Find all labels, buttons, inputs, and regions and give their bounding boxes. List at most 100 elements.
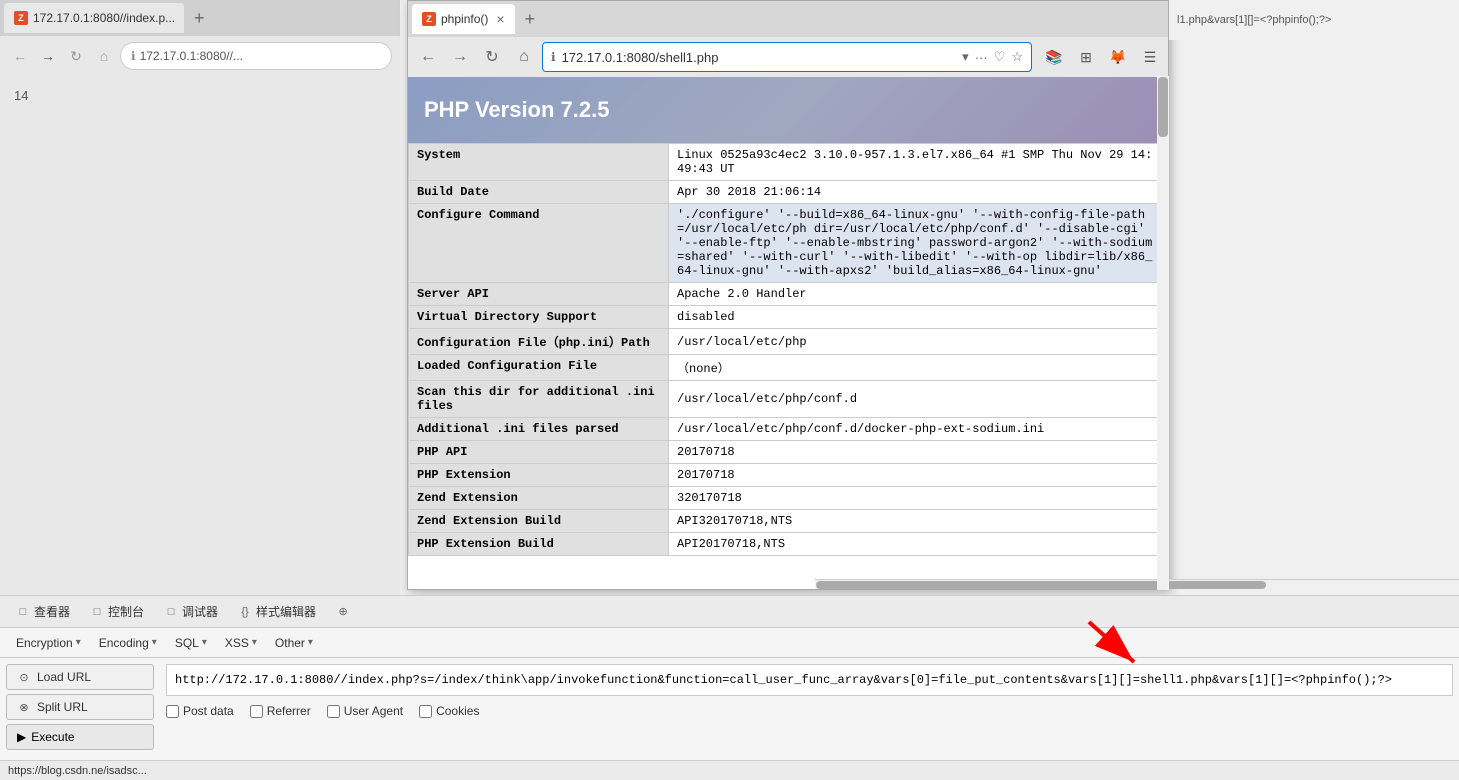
table-cell-value: Linux 0525a93c4ec2 3.10.0-957.1.3.el7.x8… <box>669 144 1168 181</box>
h-scrollbar-thumb[interactable] <box>816 581 1168 589</box>
status-bar-text: https://blog.csdn.ne/isadsc... <box>8 765 147 777</box>
main-tab-close[interactable]: × <box>496 11 504 27</box>
menu-item-more[interactable]: ⊕ <box>328 601 358 623</box>
h-scrollbar[interactable] <box>815 579 1168 589</box>
table-row: Loaded Configuration File （none） <box>409 355 1168 381</box>
table-row: System Linux 0525a93c4ec2 3.10.0-957.1.3… <box>409 144 1168 181</box>
ff-url-bar[interactable]: ℹ 172.17.0.1:8080/shell1.php ▾ ··· ♡ ☆ <box>542 42 1032 72</box>
left-action-buttons: ⊙ Load URL ⊗ Split URL ▶ Execute <box>0 658 160 748</box>
checkbox-post-data[interactable]: Post data <box>166 704 234 718</box>
checkbox-referrer[interactable]: Referrer <box>250 704 311 718</box>
encryption-dropdown-arrow: ▾ <box>76 637 81 648</box>
execute-icon: ▶ <box>17 730 26 744</box>
cookies-checkbox[interactable] <box>419 705 432 718</box>
table-row: Zend Extension 320170718 <box>409 487 1168 510</box>
ff-menu-icon[interactable]: ☰ <box>1138 45 1162 69</box>
ff-sidebar-icon[interactable]: ⊞ <box>1074 45 1098 69</box>
ff-url-star[interactable]: ☆ <box>1011 49 1023 65</box>
bg-url-bar[interactable]: ℹ 172.17.0.1:8080//... <box>120 42 392 70</box>
main-tab-new[interactable]: + <box>521 9 540 30</box>
table-row: PHP Extension Build API20170718,NTS <box>409 533 1168 556</box>
bg-tab-close[interactable]: × <box>183 10 184 26</box>
ff-url-text: 172.17.0.1:8080/shell1.php <box>562 50 963 65</box>
menu-item-debugger[interactable]: □ 调试器 <box>156 599 226 624</box>
table-cell-value: API20170718,NTS <box>669 533 1168 556</box>
table-cell-value: 20170718 <box>669 441 1168 464</box>
phpinfo-title: PHP Version 7.2.5 <box>424 97 609 122</box>
table-cell-key: Build Date <box>409 181 669 204</box>
main-tab-active[interactable]: Z phpinfo() × <box>412 4 515 34</box>
cat-xss-label: XSS <box>225 636 249 650</box>
menu-item-inspector[interactable]: □ 查看器 <box>8 599 78 624</box>
ff-toolbar-icons: 📚 ⊞ 🦊 ☰ <box>1042 45 1162 69</box>
ff-url-more[interactable]: ··· <box>975 50 988 65</box>
ff-firefox-icon[interactable]: 🦊 <box>1106 45 1130 69</box>
v-scrollbar-thumb[interactable] <box>1158 77 1168 137</box>
bg-address-bar: ← → ↻ ⌂ ℹ 172.17.0.1:8080//... <box>0 36 400 76</box>
phpinfo-page: PHP Version 7.2.5 System Linux 0525a93c4… <box>408 77 1168 589</box>
other-dropdown-arrow: ▾ <box>308 637 313 648</box>
checkbox-bar: Post data Referrer User Agent Cookies <box>166 700 1453 722</box>
url-input-field[interactable] <box>166 664 1453 696</box>
ff-home-btn[interactable]: ⌂ <box>510 43 538 71</box>
bg-forward-btn[interactable]: → <box>36 44 60 68</box>
menu-item-style-editor[interactable]: {} 样式编辑器 <box>230 599 324 624</box>
table-row: Server API Apache 2.0 Handler <box>409 283 1168 306</box>
menu-item-console[interactable]: □ 控制台 <box>82 599 152 624</box>
table-cell-key: PHP Extension Build <box>409 533 669 556</box>
bg-tab-new[interactable]: + <box>190 8 209 29</box>
bg-refresh-btn[interactable]: ↻ <box>64 44 88 68</box>
user-agent-checkbox[interactable] <box>327 705 340 718</box>
toolbar-menu-bar: □ 查看器 □ 控制台 □ 调试器 {} 样式编辑器 ⊕ <box>0 596 1459 628</box>
checkbox-user-agent[interactable]: User Agent <box>327 704 403 718</box>
cat-btn-encryption[interactable]: Encryption ▾ <box>8 633 89 653</box>
menu-item-label: 查看器 <box>34 603 70 620</box>
xss-dropdown-arrow: ▾ <box>252 637 257 648</box>
table-cell-key: Configure Command <box>409 204 669 283</box>
cookies-label: Cookies <box>436 704 479 718</box>
table-cell-value: /usr/local/etc/php <box>669 329 1168 355</box>
table-cell-value-configure: './configure' '--build=x86_64-linux-gnu'… <box>669 204 1168 283</box>
menu-item-label: 控制台 <box>108 603 144 620</box>
bg-home-btn[interactable]: ⌂ <box>92 44 116 68</box>
cat-btn-encoding[interactable]: Encoding ▾ <box>91 633 165 653</box>
ff-url-actions: ▾ ··· ♡ ☆ <box>962 49 1023 65</box>
referrer-checkbox[interactable] <box>250 705 263 718</box>
ff-url-dropdown[interactable]: ▾ <box>962 49 969 65</box>
cat-btn-sql[interactable]: SQL ▾ <box>167 633 215 653</box>
load-url-button[interactable]: ⊙ Load URL <box>6 664 154 690</box>
post-data-checkbox[interactable] <box>166 705 179 718</box>
main-tab-bar: Z phpinfo() × + <box>408 1 1168 37</box>
v-scrollbar[interactable] <box>1157 76 1169 590</box>
status-bar: https://blog.csdn.ne/isadsc... <box>0 760 1459 780</box>
bg-url-text: 172.17.0.1:8080//... <box>140 49 243 63</box>
table-row: Configuration File（php.ini）Path /usr/loc… <box>409 329 1168 355</box>
right-url-fragment: l1.php&vars[1][]=<?phpinfo();?> <box>1177 14 1331 26</box>
ff-refresh-btn[interactable]: ↻ <box>478 43 506 71</box>
table-cell-key: Zend Extension <box>409 487 669 510</box>
load-url-icon: ⊙ <box>17 670 31 684</box>
bg-back-btn[interactable]: ← <box>8 44 32 68</box>
main-tab-label: phpinfo() <box>441 12 488 26</box>
table-cell-value: /usr/local/etc/php/conf.d/docker-php-ext… <box>669 418 1168 441</box>
checkbox-cookies[interactable]: Cookies <box>419 704 479 718</box>
cat-encoding-label: Encoding <box>99 636 149 650</box>
main-tab-icon: Z <box>422 12 436 26</box>
url-input-area: Post data Referrer User Agent Cookies <box>160 658 1459 748</box>
table-cell-key: PHP Extension <box>409 464 669 487</box>
menu-item-label: 调试器 <box>182 603 218 620</box>
cat-btn-other[interactable]: Other ▾ <box>267 633 321 653</box>
table-cell-key: System <box>409 144 669 181</box>
split-url-button[interactable]: ⊗ Split URL <box>6 694 154 720</box>
ff-collections-icon[interactable]: 📚 <box>1042 45 1066 69</box>
execute-button[interactable]: ▶ Execute <box>6 724 154 750</box>
ff-url-security-icon: ℹ <box>551 50 556 64</box>
table-cell-value: （none） <box>669 355 1168 381</box>
bg-tab-active[interactable]: Z 172.17.0.1:8080//index.p... × <box>4 3 184 33</box>
ff-url-bookmark[interactable]: ♡ <box>994 49 1006 65</box>
right-side-url-text: l1.php&vars[1][]=<?phpinfo();?> <box>1169 0 1459 40</box>
cat-btn-xss[interactable]: XSS ▾ <box>217 633 265 653</box>
ff-forward-btn[interactable]: → <box>446 43 474 71</box>
ff-back-btn[interactable]: ← <box>414 43 442 71</box>
category-bar: Encryption ▾ Encoding ▾ SQL ▾ XSS ▾ Othe… <box>0 628 1459 658</box>
